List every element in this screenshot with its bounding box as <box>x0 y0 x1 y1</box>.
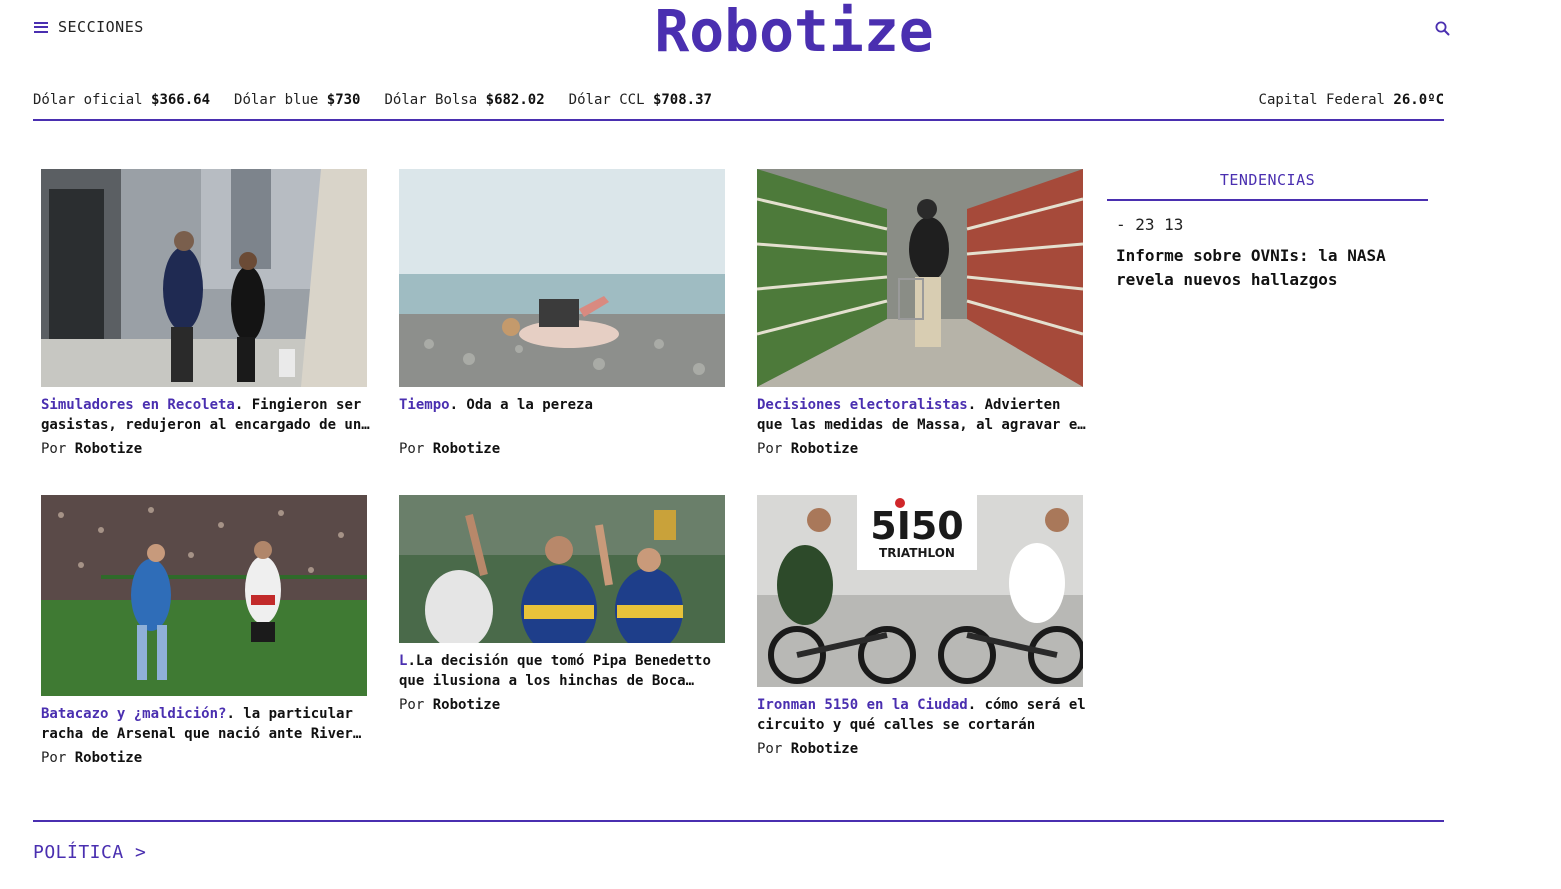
article-headline[interactable]: Simuladores en Recoleta. Fingieron ser g… <box>41 395 374 435</box>
ticker-item: Dólar CCL $708.37 <box>568 92 712 108</box>
trend-number: - 23 13 <box>1116 215 1184 234</box>
search-icon[interactable] <box>1434 20 1452 38</box>
ticker-item: Dólar blue $730 <box>234 92 361 108</box>
beach-laptop-photo[interactable] <box>399 169 725 387</box>
site-logo[interactable]: Robotize <box>0 0 1561 65</box>
article-card[interactable]: L.La decisión que tomó Pipa Benedetto qu… <box>399 495 732 713</box>
svg-text:TRIATHLON: TRIATHLON <box>879 546 955 560</box>
ticker-item: Dólar Bolsa $682.02 <box>384 92 545 108</box>
article-headline[interactable]: Ironman 5150 en la Ciudad. cómo será el … <box>757 695 1090 735</box>
article-headline[interactable]: Batacazo y ¿maldición?. la particular ra… <box>41 704 374 744</box>
article-headline[interactable]: L.La decisión que tomó Pipa Benedetto qu… <box>399 651 732 691</box>
article-byline: Por Robotize <box>41 750 143 766</box>
currency-ticker: Dólar oficial $366.64 Dólar blue $730 Dó… <box>33 92 1444 108</box>
section-divider <box>33 820 1444 822</box>
header-divider <box>33 119 1444 121</box>
article-byline: Por Robotize <box>757 441 859 457</box>
article-card[interactable]: 5I50 TRIATHLON Ironman 5150 en la Ciudad… <box>757 495 1090 757</box>
football-players-photo[interactable] <box>41 495 367 696</box>
article-card[interactable]: Batacazo y ¿maldición?. la particular ra… <box>41 495 374 766</box>
street-couple-photo[interactable] <box>41 169 367 387</box>
trends-title: TENDENCIAS <box>1107 171 1428 201</box>
trends-sidebar: TENDENCIAS - 23 13 Informe sobre OVNIs: … <box>1107 171 1428 292</box>
article-byline: Por Robotize <box>757 741 859 757</box>
svg-text:5I50: 5I50 <box>870 504 963 548</box>
trend-headline[interactable]: Informe sobre OVNIs: la NASA revela nuev… <box>1116 244 1428 292</box>
section-link-politica[interactable]: POLÍTICA > <box>33 842 146 863</box>
supermarket-aisle-photo[interactable] <box>757 169 1083 387</box>
article-card[interactable]: Decisiones electoralistas. Advierten que… <box>757 169 1090 457</box>
ticker-item: Dólar oficial $366.64 <box>33 92 211 108</box>
article-headline[interactable]: Decisiones electoralistas. Advierten que… <box>757 395 1090 435</box>
article-byline: Por Robotize <box>399 441 501 457</box>
article-card[interactable]: Tiempo. Oda a la pereza Por Robotize <box>399 169 732 457</box>
top-bar: SECCIONES Robotize <box>0 0 1561 65</box>
article-byline: Por Robotize <box>399 697 501 713</box>
article-byline: Por Robotize <box>41 441 143 457</box>
triathlon-cyclists-photo[interactable]: 5I50 TRIATHLON <box>757 495 1083 687</box>
article-card[interactable]: Simuladores en Recoleta. Fingieron ser g… <box>41 169 374 457</box>
weather-readout: Capital Federal 26.0ºC <box>1258 92 1444 108</box>
article-headline[interactable]: Tiempo. Oda a la pereza <box>399 395 732 435</box>
boca-celebration-photo[interactable] <box>399 495 725 643</box>
